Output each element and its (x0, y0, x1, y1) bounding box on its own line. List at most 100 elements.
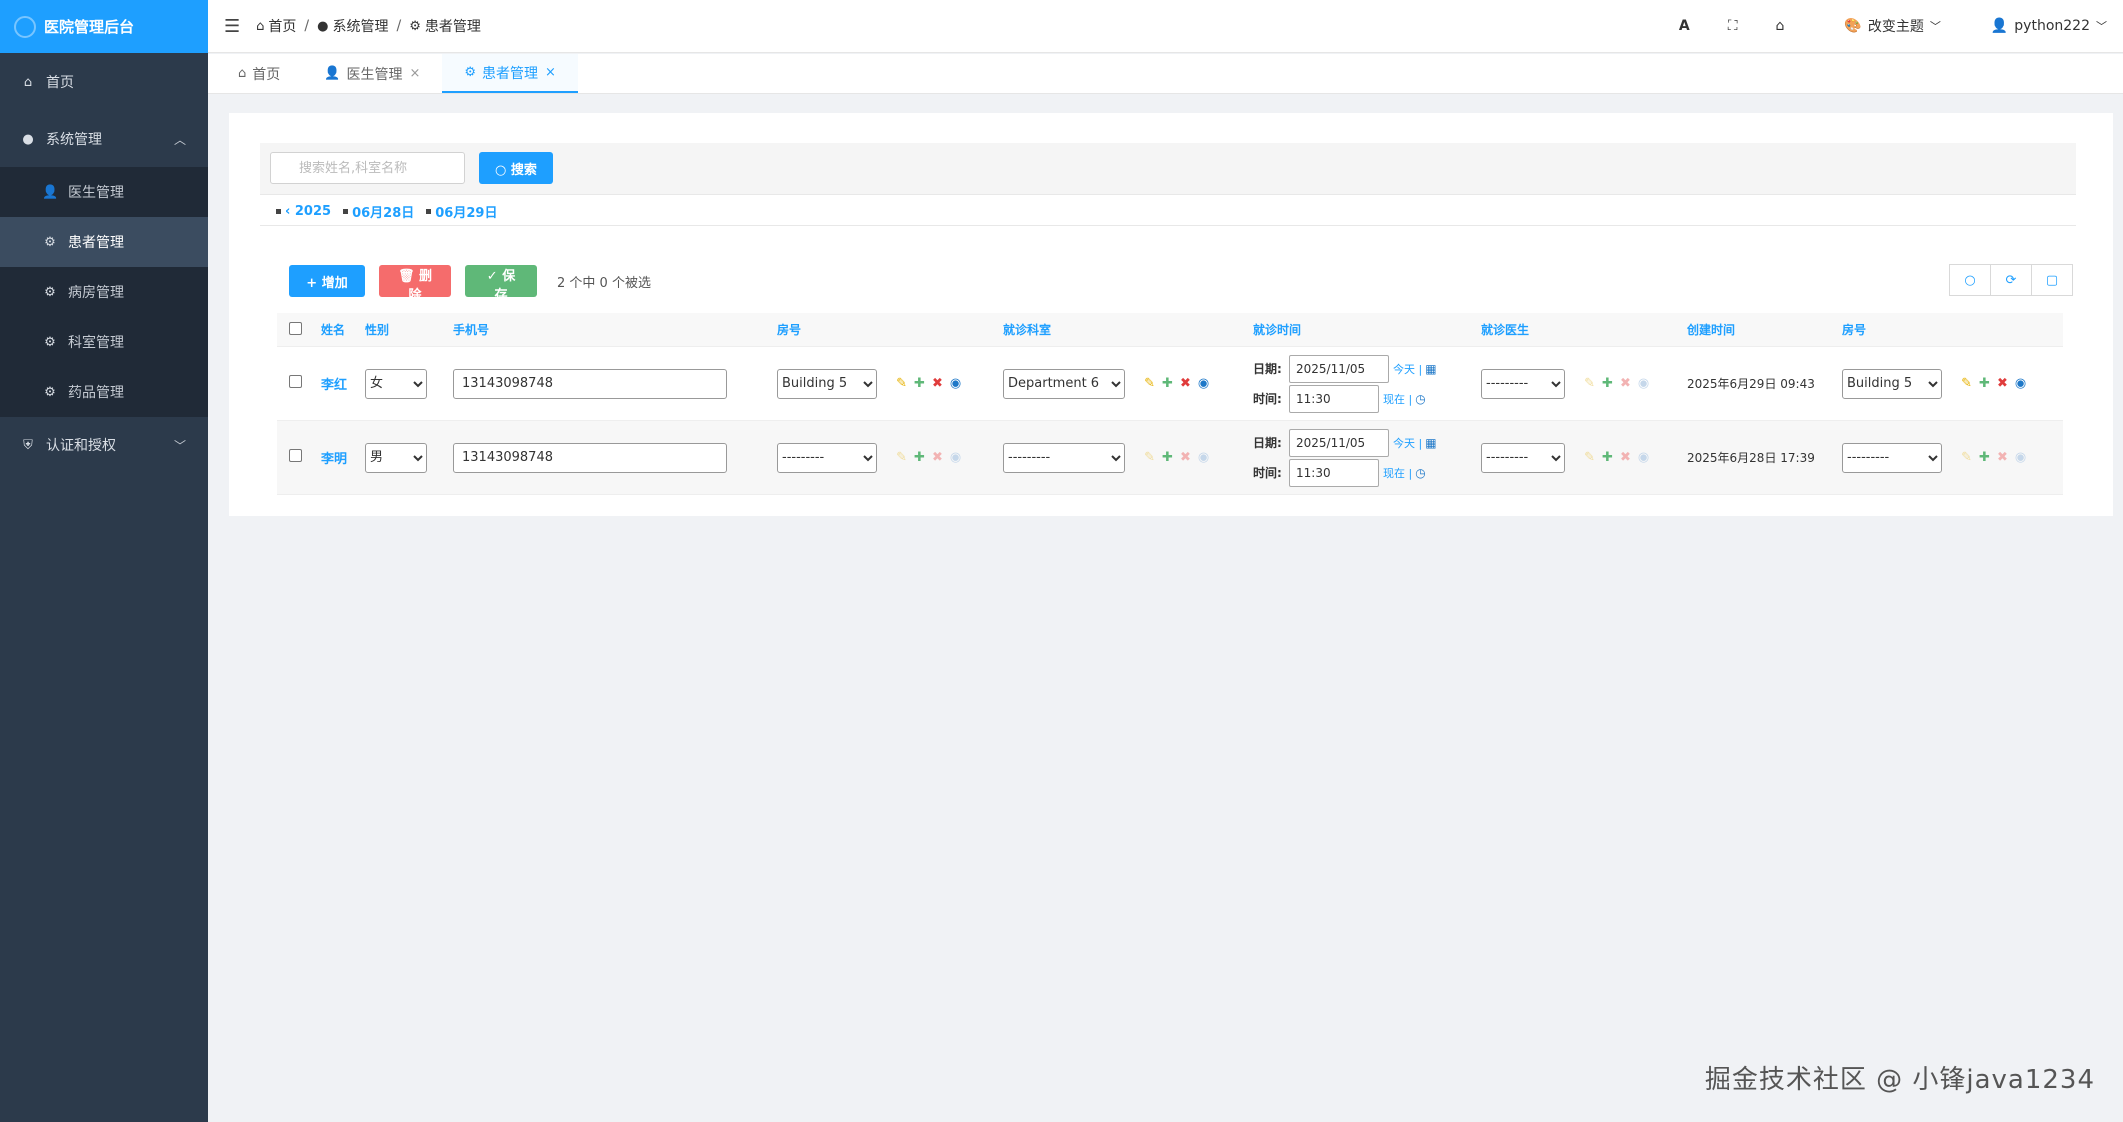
room-select-2[interactable]: Building 5 (1842, 368, 1942, 399)
today-link[interactable]: 今天 | (1393, 435, 1422, 451)
now-link[interactable]: 现在 | (1383, 465, 1412, 481)
export-icon[interactable]: ▢ (2031, 264, 2073, 296)
today-link[interactable]: 今天 | (1393, 361, 1422, 377)
header-department[interactable]: 就诊科室 (1003, 321, 1253, 338)
cross-icon[interactable]: ✖ (1180, 376, 1191, 391)
close-icon[interactable]: × (545, 65, 556, 80)
search-tool-icon[interactable]: ○ (1949, 264, 1991, 296)
pencil-icon[interactable]: ✎ (1144, 450, 1155, 465)
cross-icon[interactable]: ✖ (1620, 450, 1631, 465)
brand[interactable]: 医院管理后台 (0, 0, 208, 53)
date-link-0629[interactable]: 06月29日 (435, 202, 497, 221)
doctor-select[interactable]: --------- (1481, 442, 1565, 473)
pencil-icon[interactable]: ✎ (896, 376, 907, 391)
eye-icon[interactable]: ◉ (950, 376, 961, 391)
menu-toggle-icon[interactable]: ☰ (224, 16, 240, 37)
home-link-icon[interactable]: ⌂ (1776, 18, 1785, 34)
date-link-0628[interactable]: 06月28日 (352, 202, 414, 221)
delete-button[interactable]: 🗑 删除 (379, 265, 451, 303)
cross-icon[interactable]: ✖ (1620, 376, 1631, 391)
header-phone[interactable]: 手机号 (453, 321, 777, 338)
sidebar-item-patient[interactable]: ⚙ 患者管理 (0, 217, 208, 267)
cross-icon[interactable]: ✖ (932, 450, 943, 465)
plus-icon[interactable]: ✚ (1162, 376, 1173, 391)
eye-icon[interactable]: ◉ (1198, 450, 1209, 465)
patient-name-link[interactable]: 李红 (321, 374, 365, 393)
plus-icon[interactable]: ✚ (914, 450, 925, 465)
plus-icon[interactable]: ✚ (1602, 450, 1613, 465)
plus-icon[interactable]: ✚ (1979, 450, 1990, 465)
plus-icon[interactable]: ✚ (1162, 450, 1173, 465)
room-select[interactable]: --------- (777, 442, 877, 473)
refresh-icon[interactable]: ⟳ (1990, 264, 2032, 296)
phone-input[interactable] (453, 442, 727, 473)
calendar-icon[interactable]: ▦ (1425, 436, 1436, 450)
plus-icon[interactable]: ✚ (1979, 376, 1990, 391)
pencil-icon[interactable]: ✎ (896, 450, 907, 465)
pencil-icon[interactable]: ✎ (1584, 376, 1595, 391)
pencil-icon[interactable]: ✎ (1584, 450, 1595, 465)
header-room[interactable]: 房号 (777, 321, 1003, 338)
cross-icon[interactable]: ✖ (1997, 450, 2008, 465)
date-link-year[interactable]: ‹ 2025 (285, 204, 331, 219)
room-select[interactable]: Building 5 (777, 368, 877, 399)
cross-icon[interactable]: ✖ (932, 376, 943, 391)
font-size-icon[interactable]: A (1679, 18, 1690, 34)
visit-time-input[interactable] (1289, 458, 1379, 487)
add-button[interactable]: + 增加 (289, 265, 365, 297)
visit-time-input[interactable] (1289, 384, 1379, 413)
save-button[interactable]: ✓ 保存 (465, 265, 537, 303)
row-checkbox[interactable] (289, 449, 302, 462)
header-doctor[interactable]: 就诊医生 (1481, 321, 1687, 338)
theme-button[interactable]: 🎨 改变主题 ﹀ (1844, 16, 1940, 36)
pencil-icon[interactable]: ✎ (1961, 376, 1972, 391)
select-all-checkbox[interactable] (289, 321, 302, 335)
sidebar-item-home[interactable]: ⌂ 首页 (0, 53, 208, 111)
sidebar-item-medicine[interactable]: ⚙ 药品管理 (0, 367, 208, 417)
phone-input[interactable] (453, 368, 727, 399)
sidebar-item-department[interactable]: ⚙ 科室管理 (0, 317, 208, 367)
header-visit-time[interactable]: 就诊时间 (1253, 321, 1481, 338)
now-link[interactable]: 现在 | (1383, 391, 1412, 407)
clock-icon[interactable]: ◷ (1415, 392, 1425, 406)
breadcrumb-item-home[interactable]: 首页 (268, 16, 296, 36)
room-select-2[interactable]: --------- (1842, 442, 1942, 473)
eye-icon[interactable]: ◉ (950, 450, 961, 465)
visit-date-input[interactable] (1289, 428, 1389, 457)
visit-date-input[interactable] (1289, 354, 1389, 383)
sidebar-item-auth[interactable]: ⛨ 认证和授权 ﹀ (0, 417, 208, 473)
tab-doctor[interactable]: 👤 医生管理 × (302, 54, 442, 93)
breadcrumb-item-system[interactable]: 系统管理 (332, 16, 388, 36)
header-name[interactable]: 姓名 (321, 321, 365, 338)
close-icon[interactable]: × (409, 66, 420, 81)
sidebar-item-doctor[interactable]: 👤 医生管理 (0, 167, 208, 217)
tab-home[interactable]: ⌂ 首页 (216, 54, 302, 93)
fullscreen-icon[interactable]: ⛶ (1728, 18, 1738, 34)
cross-icon[interactable]: ✖ (1180, 450, 1191, 465)
row-checkbox[interactable] (289, 375, 302, 388)
user-menu[interactable]: 👤 python222 ﹀ (1991, 18, 2107, 34)
sidebar-item-ward[interactable]: ⚙ 病房管理 (0, 267, 208, 317)
patient-name-link[interactable]: 李明 (321, 448, 365, 467)
cross-icon[interactable]: ✖ (1997, 376, 2008, 391)
header-room-2[interactable]: 房号 (1842, 321, 2062, 338)
header-created[interactable]: 创建时间 (1687, 321, 1842, 338)
pencil-icon[interactable]: ✎ (1961, 450, 1972, 465)
eye-icon[interactable]: ◉ (1638, 450, 1649, 465)
plus-icon[interactable]: ✚ (914, 376, 925, 391)
clock-icon[interactable]: ◷ (1415, 466, 1425, 480)
eye-icon[interactable]: ◉ (1198, 376, 1209, 391)
tab-patient[interactable]: ⚙ 患者管理 × (442, 54, 578, 93)
calendar-icon[interactable]: ▦ (1425, 362, 1436, 376)
gender-select[interactable]: 女 (365, 368, 427, 399)
eye-icon[interactable]: ◉ (1638, 376, 1649, 391)
search-button[interactable]: ○ 搜索 (479, 152, 553, 184)
eye-icon[interactable]: ◉ (2015, 376, 2026, 391)
doctor-select[interactable]: --------- (1481, 368, 1565, 399)
pencil-icon[interactable]: ✎ (1144, 376, 1155, 391)
department-select[interactable]: --------- (1003, 442, 1125, 473)
eye-icon[interactable]: ◉ (2015, 450, 2026, 465)
search-input[interactable] (270, 152, 465, 184)
plus-icon[interactable]: ✚ (1602, 376, 1613, 391)
header-gender[interactable]: 性别 (365, 321, 453, 338)
